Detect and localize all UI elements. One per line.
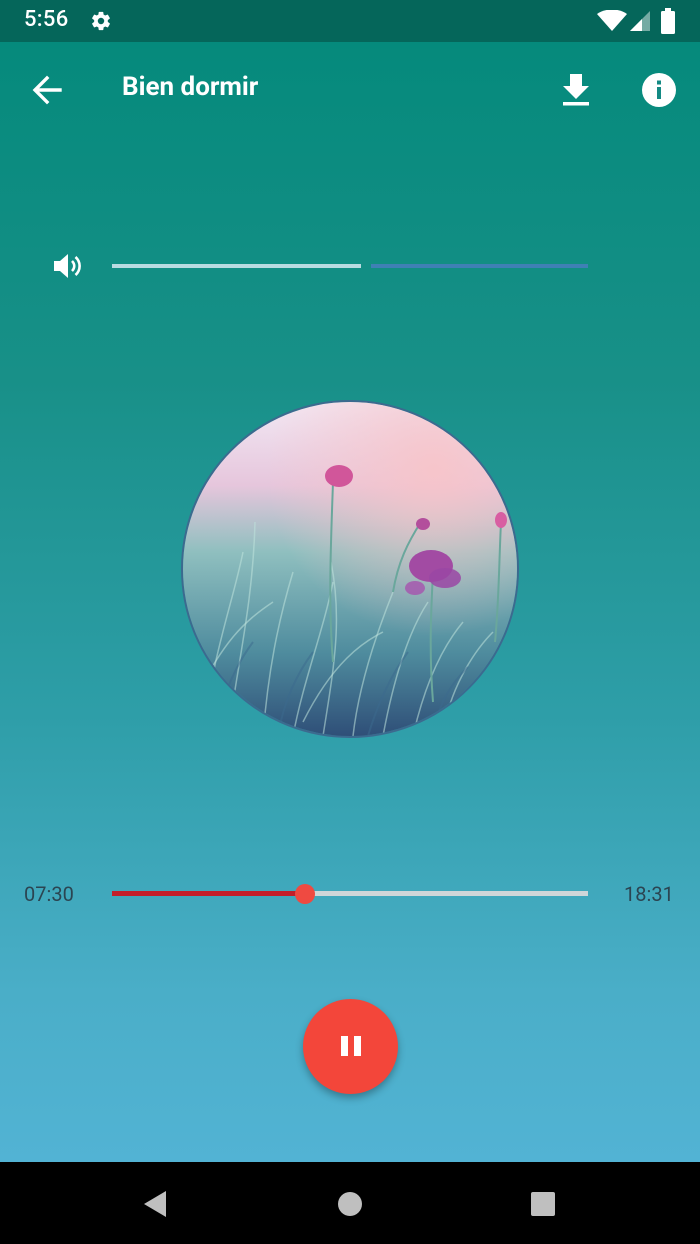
- nav-home-icon[interactable]: [336, 1190, 364, 1218]
- back-button[interactable]: [22, 68, 74, 112]
- app-screen: 5:56 Bien dormir 07:30 18:31: [0, 0, 700, 1244]
- seekbar-thumb[interactable]: [294, 884, 315, 904]
- gear-icon: [92, 11, 110, 31]
- elapsed-time: 07:30: [24, 882, 74, 906]
- artwork-image: [181, 400, 519, 738]
- status-time: 5:56: [24, 7, 69, 32]
- wifi-icon: [597, 10, 627, 31]
- pause-button[interactable]: [303, 999, 398, 1094]
- playback-seekbar[interactable]: [112, 884, 588, 904]
- seekbar-progress: [112, 891, 305, 896]
- download-icon: [563, 74, 589, 106]
- total-time: 18:31: [624, 882, 674, 906]
- toolbar: Bien dormir: [0, 42, 700, 138]
- nav-back-icon[interactable]: [138, 1187, 172, 1221]
- page-title: Bien dormir: [122, 72, 259, 102]
- system-nav-bar: [0, 1162, 700, 1244]
- info-icon: [642, 73, 676, 107]
- status-bar: 5:56: [0, 0, 700, 42]
- download-button[interactable]: [553, 68, 599, 112]
- battery-icon: [661, 8, 675, 34]
- volume-icon[interactable]: [52, 251, 84, 281]
- nav-recents-icon[interactable]: [529, 1190, 557, 1218]
- arrow-left-icon: [32, 75, 62, 105]
- poppy-field-image: [183, 402, 517, 736]
- pause-icon: [341, 1036, 361, 1056]
- volume-slider-filled[interactable]: [112, 264, 361, 268]
- cellular-signal-icon: [630, 11, 650, 31]
- volume-slider-track[interactable]: [371, 264, 588, 268]
- info-button[interactable]: [636, 68, 682, 112]
